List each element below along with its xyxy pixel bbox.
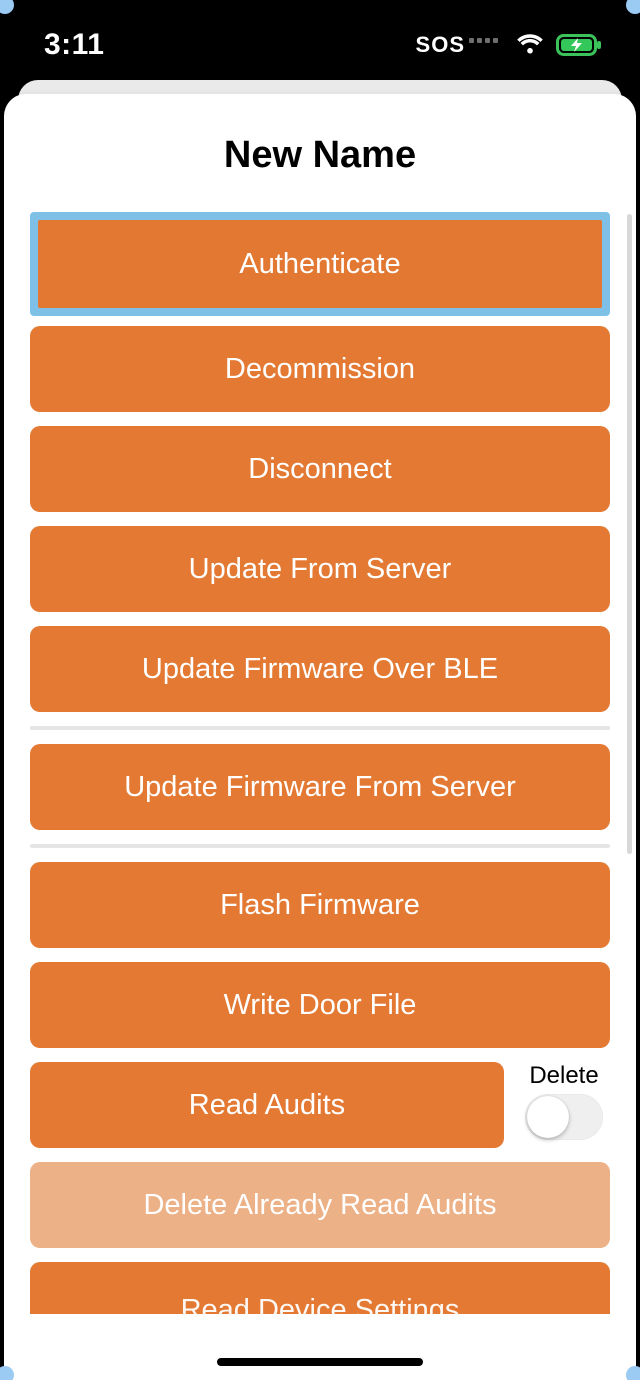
delete-toggle-group: Delete (518, 1062, 610, 1148)
status-right: SOS (416, 32, 602, 58)
scroll-area[interactable]: Authenticate Decommission Disconnect Upd… (4, 212, 636, 1380)
update-firmware-server-button[interactable]: Update Firmware From Server (30, 744, 610, 830)
button-label: Update From Server (189, 553, 452, 586)
read-audits-row: Read Audits Delete (30, 1062, 610, 1148)
delete-toggle[interactable] (525, 1094, 603, 1140)
section-divider (30, 726, 610, 730)
update-firmware-ble-button[interactable]: Update Firmware Over BLE (30, 626, 610, 712)
status-bar: 3:11 SOS (0, 0, 640, 90)
button-label: Update Firmware Over BLE (142, 653, 498, 686)
button-label: Flash Firmware (220, 889, 420, 922)
write-door-file-button[interactable]: Write Door File (30, 962, 610, 1048)
home-indicator[interactable] (217, 1358, 423, 1366)
button-label: Write Door File (224, 989, 417, 1022)
section-divider (30, 844, 610, 848)
flash-firmware-button[interactable]: Flash Firmware (30, 862, 610, 948)
device-frame: 3:11 SOS New Name Authe (0, 0, 640, 1380)
page-title: New Name (4, 134, 636, 177)
selection-handle (626, 1366, 640, 1380)
toggle-knob (527, 1096, 569, 1138)
battery-charging-icon (556, 33, 602, 57)
decommission-button[interactable]: Decommission (30, 326, 610, 412)
update-from-server-button[interactable]: Update From Server (30, 526, 610, 612)
cellular-dots-icon (469, 38, 498, 43)
read-device-settings-button[interactable]: Read Device Settings (30, 1262, 610, 1314)
sos-indicator: SOS (416, 32, 465, 58)
button-label: Authenticate (239, 248, 400, 281)
button-label: Read Device Settings (181, 1294, 460, 1314)
read-audits-button[interactable]: Read Audits (30, 1062, 504, 1148)
button-label: Disconnect (248, 453, 391, 486)
scrollbar[interactable] (627, 214, 632, 854)
authenticate-button[interactable]: Authenticate (30, 212, 610, 316)
delete-toggle-label: Delete (529, 1062, 598, 1090)
button-label: Read Audits (189, 1089, 345, 1122)
button-label: Decommission (225, 353, 415, 386)
button-label: Update Firmware From Server (124, 771, 516, 804)
wifi-icon (514, 33, 546, 57)
status-time: 3:11 (44, 28, 104, 62)
disconnect-button[interactable]: Disconnect (30, 426, 610, 512)
modal-sheet: New Name Authenticate Decommission Disco… (4, 94, 636, 1380)
button-label: Delete Already Read Audits (143, 1189, 496, 1222)
delete-already-read-audits-button[interactable]: Delete Already Read Audits (30, 1162, 610, 1248)
